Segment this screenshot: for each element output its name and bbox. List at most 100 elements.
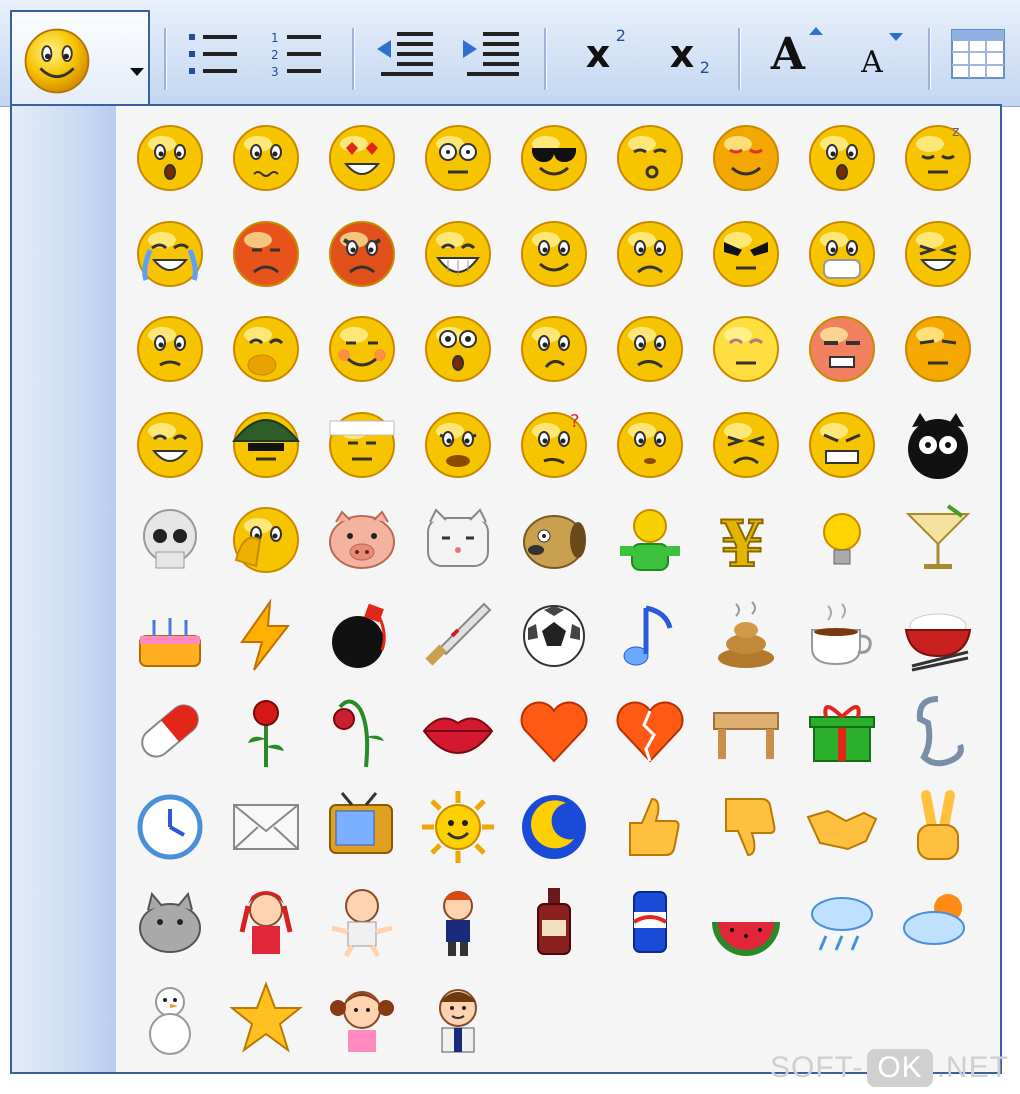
emoticon-birthday-cake[interactable] [130, 596, 210, 676]
emoticon-bottle[interactable] [514, 882, 594, 962]
emoticon-poop[interactable] [706, 596, 786, 676]
increase-indent-button[interactable] [456, 14, 526, 94]
emoticon-watermelon[interactable] [706, 882, 786, 962]
emoticon-broken-heart[interactable] [610, 691, 690, 771]
emoticon-angry[interactable] [322, 214, 402, 294]
emoticon-thumbs-down[interactable] [706, 787, 786, 867]
emoticon-tv[interactable] [322, 787, 402, 867]
emoticon-rice-bowl[interactable] [898, 596, 978, 676]
emoticon-person[interactable] [610, 500, 690, 580]
subscript-button[interactable]: x2 [650, 14, 714, 94]
emoticon-knife[interactable] [418, 596, 498, 676]
emoticon-sick-mask[interactable] [802, 214, 882, 294]
watermark: SOFT- OK .NET [770, 1046, 1009, 1090]
emoticon-shocked[interactable] [130, 118, 210, 198]
emoticon-envelope[interactable] [226, 787, 306, 867]
emoticon-boy[interactable] [418, 882, 498, 962]
emoticon-pained[interactable] [706, 405, 786, 485]
emoticon-furious[interactable] [802, 309, 882, 389]
emoticon-lips[interactable] [418, 691, 498, 771]
emoticon-blank[interactable] [610, 405, 690, 485]
emoticon-man[interactable] [418, 978, 498, 1058]
emoticon-rose[interactable] [226, 691, 306, 771]
emoticon-thumbs-up[interactable] [610, 787, 690, 867]
emoticon-star[interactable] [226, 978, 306, 1058]
emoticon-clock[interactable] [130, 787, 210, 867]
poop-icon [718, 601, 774, 668]
emoticon-sleepy[interactable]: z [898, 118, 978, 198]
emoticon-evil[interactable] [706, 214, 786, 294]
table-button[interactable] [946, 14, 1010, 94]
emoticon-thinking[interactable] [514, 309, 594, 389]
emoticon-music-note[interactable] [610, 596, 690, 676]
emoticon-crying[interactable] [130, 214, 210, 294]
emoticon-love-eyes[interactable] [322, 118, 402, 198]
decrease-font-button[interactable]: A [840, 14, 904, 94]
emoticon-snowman[interactable] [130, 978, 210, 1058]
emoticon-smile[interactable] [514, 214, 594, 294]
decrease-indent-button[interactable] [370, 14, 440, 94]
emoticon-confused[interactable]: ? [514, 405, 594, 485]
emoticon-heart[interactable] [514, 691, 594, 771]
emoticon-victory[interactable] [898, 787, 978, 867]
emoticon-sun[interactable] [418, 787, 498, 867]
emoticon-soda-can[interactable] [610, 882, 690, 962]
increase-font-button[interactable]: A [756, 14, 823, 94]
bulleted-list-button[interactable] [180, 14, 246, 94]
emoticon-blush[interactable] [322, 309, 402, 389]
superscript-button[interactable]: x2 [566, 14, 630, 94]
emoticon-awkward[interactable] [610, 309, 690, 389]
emoticon-whistle[interactable] [610, 118, 690, 198]
emoticon-laugh[interactable] [130, 405, 210, 485]
emoticon-lightbulb[interactable] [802, 500, 882, 580]
emoticon-worried[interactable] [226, 118, 306, 198]
emoticon-big-grin[interactable] [418, 214, 498, 294]
emoticon-cat[interactable] [418, 500, 498, 580]
emoticon-sun-cloud[interactable] [898, 882, 978, 962]
emoticon-skull[interactable] [130, 500, 210, 580]
knife-icon [425, 602, 492, 666]
emoticon-facepalm[interactable] [226, 500, 306, 580]
emoticon-giggle[interactable] [226, 309, 306, 389]
emoticon-pill[interactable] [130, 691, 210, 771]
emoticon-lightning[interactable] [226, 596, 306, 676]
emoticon-dog[interactable] [514, 500, 594, 580]
emoticon-cat-grey[interactable] [130, 882, 210, 962]
emoticon-grimace[interactable] [802, 405, 882, 485]
emoticon-scared[interactable] [418, 309, 498, 389]
emoticon-soldier[interactable] [226, 405, 306, 485]
emoticon-girl-red[interactable] [226, 882, 306, 962]
emoticon-shy[interactable] [706, 118, 786, 198]
emoticon-baby[interactable] [322, 882, 402, 962]
emoticon-pig[interactable] [322, 500, 402, 580]
emoticon-surprised[interactable] [802, 118, 882, 198]
emoticon-bomb[interactable] [322, 596, 402, 676]
emoticon-dizzy[interactable] [706, 309, 786, 389]
emoticon-sad-red[interactable] [226, 214, 306, 294]
emoticon-annoyed[interactable] [898, 214, 978, 294]
emoticon-handshake[interactable] [802, 787, 882, 867]
emoticon-table[interactable] [706, 691, 786, 771]
emoticon-money[interactable]: ¥ [706, 500, 786, 580]
emoticon-gift[interactable] [802, 691, 882, 771]
emoticon-grumpy[interactable] [418, 405, 498, 485]
emoticon-black-cat[interactable] [898, 405, 978, 485]
emoticon-wilted-rose[interactable] [322, 691, 402, 771]
emoticon-cocktail[interactable] [898, 500, 978, 580]
numbered-list-button[interactable]: 1 2 3 [264, 14, 330, 94]
emoticon-staring[interactable] [418, 118, 498, 198]
emoticon-girl-pigtails[interactable] [322, 978, 402, 1058]
emoticon-frown[interactable] [610, 214, 690, 294]
emoticon-rain-cloud[interactable] [802, 882, 882, 962]
emoticon-button[interactable] [10, 10, 150, 108]
boy-icon [443, 891, 473, 956]
emoticon-nervous[interactable] [130, 309, 210, 389]
emoticon-cool-sunglasses[interactable] [514, 118, 594, 198]
emoticon-coffee[interactable] [802, 596, 882, 676]
emoticon-soccer-ball[interactable] [514, 596, 594, 676]
emoticon-smug[interactable] [898, 309, 978, 389]
emoticon-bandage[interactable] [322, 405, 402, 485]
emoticon-phone[interactable] [898, 691, 978, 771]
emoticon-moon[interactable] [514, 787, 594, 867]
chevron-down-icon[interactable] [130, 68, 144, 76]
